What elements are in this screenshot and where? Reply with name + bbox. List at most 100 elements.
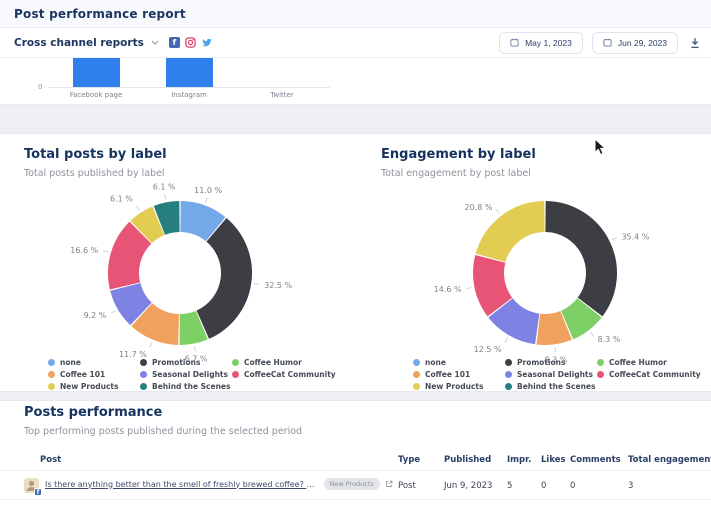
legend-label: none bbox=[425, 358, 446, 367]
bar-instagram[interactable] bbox=[166, 58, 213, 87]
date-start-button[interactable]: May 1, 2023 bbox=[499, 32, 583, 54]
donut-value-label: 6.1 % bbox=[153, 183, 176, 192]
total-posts-donut-chart: 11.0 %32.5 %6.7 %11.7 %9.2 %16.6 %6.1 %6… bbox=[10, 192, 350, 354]
donut-segment-new-products[interactable] bbox=[491, 217, 545, 258]
legend-label: New Products bbox=[425, 382, 483, 391]
y-axis-zero-label: 0 bbox=[38, 83, 42, 91]
col-likes: Likes bbox=[541, 455, 566, 465]
report-selector-label: Cross channel reports bbox=[14, 37, 144, 49]
legend-item-new-products[interactable]: New Products bbox=[413, 380, 505, 392]
donut-segment-seasonal-delights[interactable] bbox=[501, 308, 538, 329]
col-comments: Comments bbox=[570, 455, 621, 465]
donut-segment-coffee-101[interactable] bbox=[538, 325, 566, 329]
external-link-icon[interactable] bbox=[385, 479, 393, 489]
col-post: Post bbox=[40, 455, 61, 465]
chevron-down-icon bbox=[151, 40, 159, 45]
donut-segment-coffee-humor[interactable] bbox=[180, 325, 202, 329]
instagram-icon[interactable] bbox=[185, 37, 196, 48]
donut-segment-coffeecat-community[interactable] bbox=[124, 233, 141, 286]
mouse-cursor bbox=[594, 138, 606, 156]
donut-value-label: 6.1 % bbox=[110, 194, 133, 203]
legend-dot bbox=[48, 383, 55, 390]
label-leader-line bbox=[150, 343, 152, 348]
label-leader-line bbox=[205, 198, 207, 203]
legend-label: Promotions bbox=[517, 358, 565, 367]
download-report-button[interactable] bbox=[687, 35, 703, 51]
donut-segment-promotions[interactable] bbox=[546, 217, 602, 308]
network-filter-icons: f bbox=[169, 37, 213, 48]
col-type: Type bbox=[398, 455, 420, 465]
legend-dot bbox=[413, 371, 420, 378]
label-leader-line bbox=[612, 238, 616, 240]
chart-title: Engagement by label bbox=[381, 147, 536, 162]
posts-performance-card: Posts performance Top performing posts p… bbox=[0, 400, 711, 509]
post-cell: Is there anything better than the smell … bbox=[45, 478, 393, 490]
legend-item-promotions[interactable]: Promotions bbox=[140, 356, 232, 368]
legend-label: New Products bbox=[60, 382, 118, 391]
bar-category-label: Twitter bbox=[270, 91, 293, 99]
legend-label: CoffeeCat Community bbox=[244, 370, 336, 379]
legend-item-promotions[interactable]: Promotions bbox=[505, 356, 597, 368]
date-end-button[interactable]: Jun 29, 2023 bbox=[592, 32, 678, 54]
label-leader-line bbox=[103, 251, 108, 252]
donut-segment-none[interactable] bbox=[181, 217, 216, 230]
legend-item-none[interactable]: none bbox=[413, 356, 505, 368]
legend-item-behind-the-scenes[interactable]: Behind the Scenes bbox=[505, 380, 597, 392]
facebook-badge-icon: f bbox=[34, 488, 42, 496]
calendar-icon bbox=[603, 38, 612, 47]
report-selector[interactable]: Cross channel reports bbox=[14, 37, 159, 49]
legend-label: Behind the Scenes bbox=[152, 382, 230, 391]
legend-label: Coffee 101 bbox=[60, 370, 105, 379]
legend-item-coffeecat-community[interactable]: CoffeeCat Community bbox=[232, 368, 324, 380]
legend-item-coffee-humor[interactable]: Coffee Humor bbox=[597, 356, 689, 368]
cell-type: Post bbox=[398, 481, 416, 491]
donut-segment-promotions[interactable] bbox=[203, 230, 237, 325]
cell-total-engagement: 3 bbox=[628, 481, 633, 491]
legend-item-behind-the-scenes[interactable]: Behind the Scenes bbox=[140, 380, 232, 392]
legend-dot bbox=[140, 359, 147, 366]
legend-label: Seasonal Delights bbox=[517, 370, 593, 379]
legend-item-seasonal-delights[interactable]: Seasonal Delights bbox=[140, 368, 232, 380]
legend-item-seasonal-delights[interactable]: Seasonal Delights bbox=[505, 368, 597, 380]
donut-segment-new-products[interactable] bbox=[141, 221, 158, 232]
donut-value-label: 20.8 % bbox=[465, 203, 493, 212]
engagement-by-label-block: Engagement by label Total engagement by … bbox=[365, 134, 711, 391]
col-published: Published bbox=[444, 455, 491, 465]
donut-segment-seasonal-delights[interactable] bbox=[125, 287, 141, 314]
legend-label: Coffee Humor bbox=[244, 358, 302, 367]
donut-segment-coffeecat-community[interactable] bbox=[489, 259, 500, 307]
legend-item-coffee-101[interactable]: Coffee 101 bbox=[48, 368, 140, 380]
legend-item-coffee-humor[interactable]: Coffee Humor bbox=[232, 356, 324, 368]
facebook-icon[interactable]: f bbox=[169, 37, 180, 48]
label-charts-card: Total posts by label Total posts publish… bbox=[0, 133, 711, 392]
donut-segment-coffee-humor[interactable] bbox=[567, 308, 589, 325]
cell-comments: 0 bbox=[570, 481, 575, 491]
legend-item-coffeecat-community[interactable]: CoffeeCat Community bbox=[597, 368, 689, 380]
donut-segment-coffee-101[interactable] bbox=[142, 315, 179, 330]
legend-item-coffee-101[interactable]: Coffee 101 bbox=[413, 368, 505, 380]
legend-dot bbox=[413, 383, 420, 390]
app-header: Post performance report bbox=[0, 0, 711, 28]
twitter-icon[interactable] bbox=[201, 37, 213, 48]
section-title: Posts performance bbox=[24, 405, 162, 420]
legend-dot bbox=[505, 359, 512, 366]
post-avatar: f bbox=[24, 478, 39, 493]
table-row: f Is there anything better than the smel… bbox=[0, 472, 711, 500]
legend-dot bbox=[597, 371, 604, 378]
cell-impressions: 5 bbox=[507, 481, 512, 491]
label-leader-line bbox=[555, 347, 556, 352]
label-leader-line bbox=[111, 311, 115, 314]
donut-value-label: 14.6 % bbox=[434, 285, 462, 294]
legend-item-none[interactable]: none bbox=[48, 356, 140, 368]
post-link[interactable]: Is there anything better than the smell … bbox=[45, 480, 319, 489]
legend-item-new-products[interactable]: New Products bbox=[48, 380, 140, 392]
toolbar: Cross channel reports f May 1, 2023 Jun … bbox=[0, 28, 711, 58]
cell-likes: 0 bbox=[541, 481, 546, 491]
date-end-label: Jun 29, 2023 bbox=[618, 38, 667, 48]
col-total-engagement: Total engagement bbox=[628, 455, 711, 465]
legend-label: Coffee Humor bbox=[609, 358, 667, 367]
donut-value-label: 32.5 % bbox=[264, 281, 292, 290]
post-label-badge: New Products bbox=[324, 478, 380, 490]
donut-segment-behind-the-scenes[interactable] bbox=[159, 217, 179, 221]
bar-facebook-page[interactable] bbox=[73, 58, 120, 87]
